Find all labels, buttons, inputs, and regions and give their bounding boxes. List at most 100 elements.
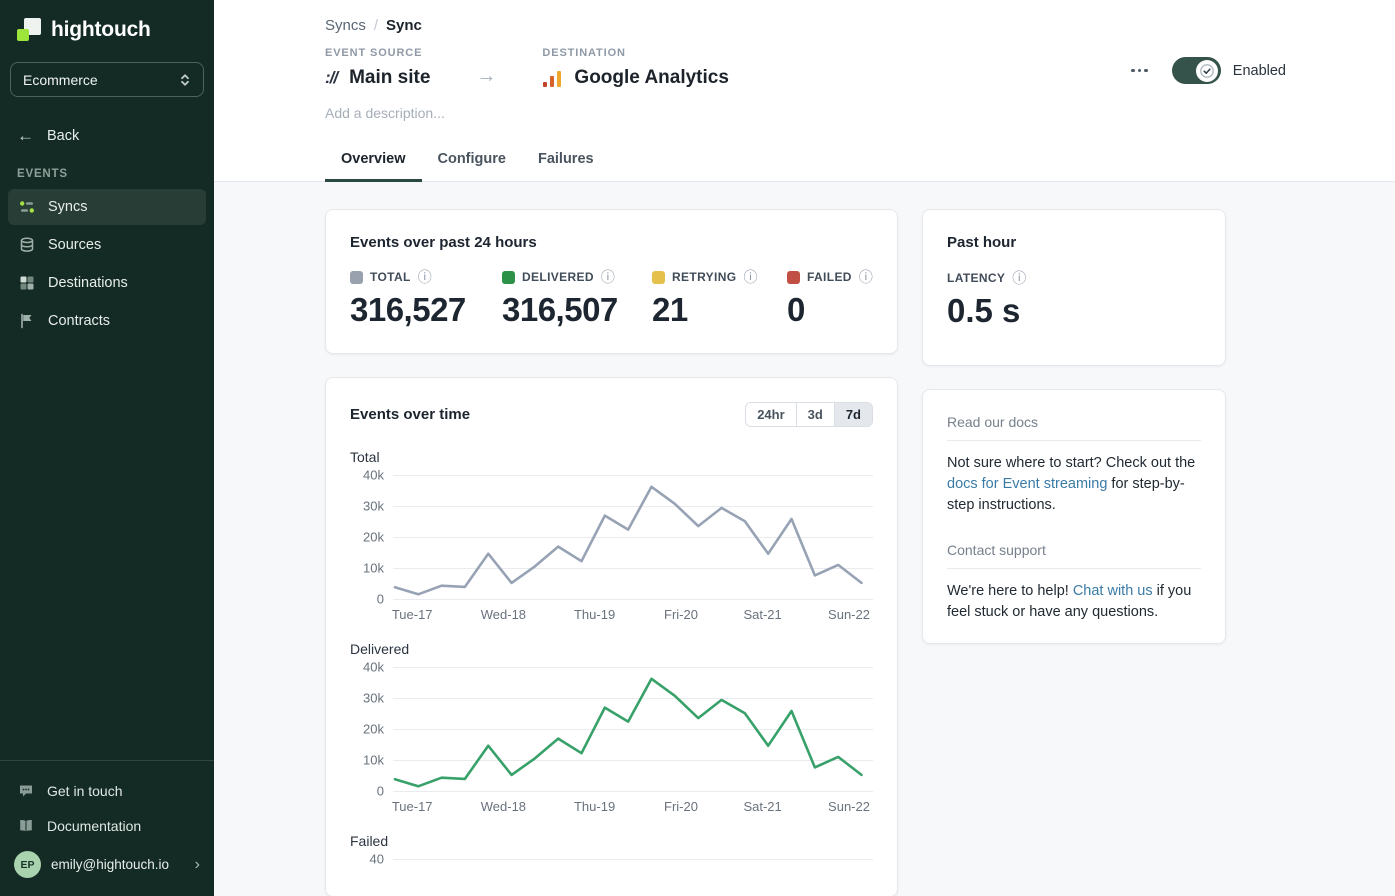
sidebar-item-label: Contracts xyxy=(48,313,110,329)
destination-label: DESTINATION xyxy=(542,47,729,59)
help-section-contact-support: Contact supportWe're here to help! Chat … xyxy=(947,542,1201,623)
info-icon[interactable]: ⓘ xyxy=(859,270,873,284)
sidebar-item-destinations[interactable]: Destinations xyxy=(8,265,206,301)
chart-total: Total40k30k20k10k0Tue-17Wed-18Thu-19Fri-… xyxy=(350,449,873,623)
x-axis-tick: Tue-17 xyxy=(392,799,433,814)
chat-icon xyxy=(17,782,34,799)
book-icon xyxy=(17,817,34,834)
chevron-right-icon: › xyxy=(195,857,200,873)
event-source-label: EVENT SOURCE xyxy=(325,47,430,59)
help-section-heading: Read our docs xyxy=(947,414,1201,441)
past-hour-card: Past hour LATENCY ⓘ 0.5 s xyxy=(922,209,1226,366)
page-header: Syncs / Sync EVENT SOURCE :// Main site … xyxy=(214,0,1395,182)
content-area: Events over past 24 hours TOTALⓘ316,527D… xyxy=(214,182,1395,896)
x-axis-tick: Thu-19 xyxy=(574,799,615,814)
range-24hr[interactable]: 24hr xyxy=(746,403,795,426)
chart-series-label: Delivered xyxy=(350,641,873,657)
range-7d[interactable]: 7d xyxy=(834,403,872,426)
y-axis-tick: 40k xyxy=(363,660,384,675)
help-link[interactable]: docs for Event streaming xyxy=(947,476,1107,492)
info-icon[interactable]: ⓘ xyxy=(743,270,757,284)
chart-plot-area xyxy=(393,859,873,896)
y-axis-tick: 10k xyxy=(363,753,384,768)
tab-configure[interactable]: Configure xyxy=(422,141,522,182)
y-axis-tick: 40k xyxy=(363,468,384,483)
check-icon xyxy=(1196,60,1218,82)
events-24h-card: Events over past 24 hours TOTALⓘ316,527D… xyxy=(325,209,898,354)
stat-delivered: DELIVERED ⓘ 316,507 xyxy=(502,270,652,329)
destination-name[interactable]: Google Analytics xyxy=(574,67,729,89)
chevron-updown-icon xyxy=(179,73,191,87)
info-icon[interactable]: ⓘ xyxy=(418,270,432,284)
stat-color-swatch xyxy=(652,271,665,284)
help-section-read-our-docs: Read our docs Not sure where to start? Ch… xyxy=(947,414,1201,516)
help-section-heading: Contact support xyxy=(947,542,1201,569)
hightouch-logo-icon xyxy=(16,17,42,43)
workspace-name: Ecommerce xyxy=(23,72,179,88)
help-link[interactable]: Chat with us xyxy=(1073,583,1153,599)
breadcrumb-current: Sync xyxy=(386,17,422,34)
workspace-selector[interactable]: Ecommerce xyxy=(10,62,204,97)
help-card: Read our docs Not sure where to start? Ch… xyxy=(922,389,1226,644)
tab-overview[interactable]: Overview xyxy=(325,141,422,182)
y-axis-tick: 0 xyxy=(377,592,384,607)
breadcrumb-separator: / xyxy=(374,17,378,34)
range-3d[interactable]: 3d xyxy=(796,403,834,426)
y-axis-tick: 40 xyxy=(370,852,384,867)
x-axis-tick: Tue-17 xyxy=(392,607,433,622)
chart-plot-area xyxy=(393,667,873,791)
google-analytics-icon xyxy=(542,68,562,88)
y-axis-tick: 30k xyxy=(363,499,384,514)
event-source-icon: :// xyxy=(325,68,337,88)
x-axis-tick: Sat-21 xyxy=(743,607,781,622)
event-source-name[interactable]: Main site xyxy=(349,67,430,89)
stat-value: 316,507 xyxy=(502,291,652,329)
brand-name: hightouch xyxy=(51,18,151,42)
x-axis-tick: Wed-18 xyxy=(481,607,526,622)
database-icon xyxy=(18,237,35,254)
sidebar-item-contracts[interactable]: Contracts xyxy=(8,303,206,339)
sidebar-item-label: Destinations xyxy=(48,275,128,291)
help-section-text: Not sure where to start? Check out the d… xyxy=(947,453,1201,516)
info-icon[interactable]: ⓘ xyxy=(1012,271,1026,285)
toggle-label: Enabled xyxy=(1233,63,1286,79)
user-menu[interactable]: EP emily@hightouch.io › xyxy=(0,843,214,888)
sidebar-nav: Syncs Sources Destinations Contracts xyxy=(0,188,214,340)
past-hour-title: Past hour xyxy=(947,234,1201,251)
sidebar-item-documentation[interactable]: Documentation xyxy=(0,808,214,843)
stat-label: DELIVERED xyxy=(522,270,594,284)
sidebar-item-label: Syncs xyxy=(48,199,88,215)
stat-value: 21 xyxy=(652,291,787,329)
syncs-icon xyxy=(18,199,35,216)
stat-failed: FAILEDⓘ0 xyxy=(787,270,873,329)
sidebar-item-label: Documentation xyxy=(47,818,141,834)
stat-label: RETRYING xyxy=(672,270,736,284)
stat-color-swatch xyxy=(787,271,800,284)
sidebar-item-syncs[interactable]: Syncs xyxy=(8,189,206,225)
sidebar-item-sources[interactable]: Sources xyxy=(8,227,206,263)
info-icon[interactable]: ⓘ xyxy=(601,270,615,284)
chart-series-label: Failed xyxy=(350,833,873,849)
more-options-button[interactable] xyxy=(1127,63,1152,79)
stat-retrying: RETRYING ⓘ 21 xyxy=(652,270,787,329)
flag-icon xyxy=(18,313,35,330)
sidebar-item-label: Sources xyxy=(48,237,101,253)
event-source-block: EVENT SOURCE :// Main site xyxy=(325,47,430,89)
description-placeholder[interactable]: Add a description... xyxy=(325,105,1395,121)
sidebar-item-get-in-touch[interactable]: Get in touch xyxy=(0,773,214,808)
tab-failures[interactable]: Failures xyxy=(522,141,610,182)
breadcrumb-syncs[interactable]: Syncs xyxy=(325,17,366,34)
stat-color-swatch xyxy=(502,271,515,284)
back-button[interactable]: ← Back xyxy=(0,127,214,144)
x-axis-tick: Fri-20 xyxy=(664,799,698,814)
tabs-bar: OverviewConfigureFailures xyxy=(214,141,1395,182)
y-axis-tick: 20k xyxy=(363,722,384,737)
destination-block: DESTINATION Google Analytics xyxy=(542,47,729,89)
stat-label: FAILED xyxy=(807,270,852,284)
events-over-time-card: Events over time 24hr3d7d Total40k30k20k… xyxy=(325,377,898,896)
breadcrumb: Syncs / Sync xyxy=(325,0,1395,34)
y-axis-tick: 20k xyxy=(363,530,384,545)
enabled-toggle[interactable] xyxy=(1172,57,1221,84)
avatar: EP xyxy=(14,851,41,878)
help-text: Not sure where to start? Check out the xyxy=(947,455,1195,471)
